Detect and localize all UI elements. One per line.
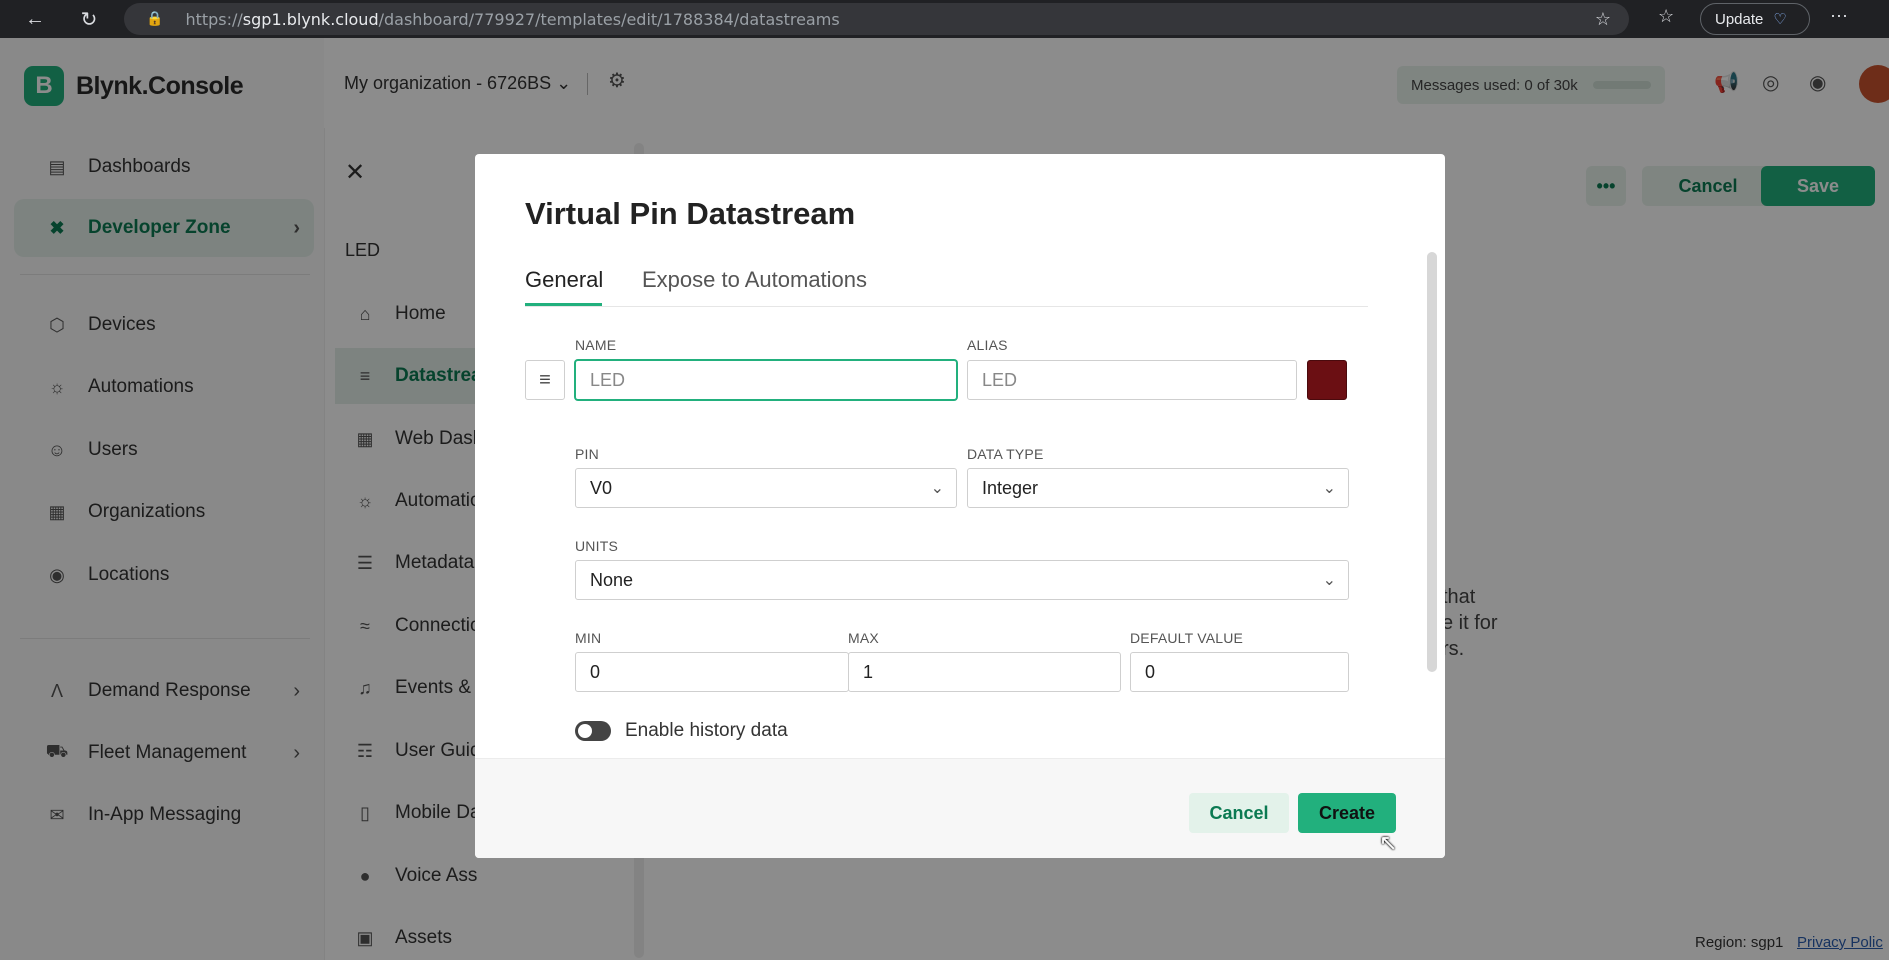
url-prefix: https:// [185,9,243,29]
modal-scrollbar[interactable] [1427,252,1437,672]
name-label: NAME [575,337,617,353]
max-label: MAX [848,630,879,646]
history-data-toggle[interactable] [575,721,611,741]
data-type-label: DATA TYPE [967,446,1044,462]
lock-icon: 🔒 [146,11,164,27]
tab-expose-to-automations[interactable]: Expose to Automations [642,267,867,293]
heart-icon: ♡ [1773,11,1787,28]
mouse-cursor-icon: ↖ [1379,830,1398,855]
reload-icon[interactable]: ↻ [76,6,102,32]
name-field[interactable]: LED [575,360,957,400]
units-select[interactable]: None ⌄ [575,560,1349,600]
more-menu-icon[interactable]: ⋯ [1830,6,1848,27]
tab-general[interactable]: General [525,267,603,293]
min-field[interactable]: 0 [575,652,849,692]
alias-field[interactable]: LED [967,360,1297,400]
pin-label: PIN [575,446,599,462]
min-label: MIN [575,630,602,646]
pin-value: V0 [590,477,613,498]
url-path: /dashboard/779927/templates/edit/1788384… [378,9,840,29]
datastream-modal: Virtual Pin Datastream General Expose to… [475,154,1445,858]
default-value-label: DEFAULT VALUE [1130,630,1244,646]
alias-label: ALIAS [967,337,1008,353]
modal-title: Virtual Pin Datastream [525,196,856,231]
color-picker[interactable] [1307,360,1347,400]
cancel-button[interactable]: Cancel [1189,793,1289,833]
data-type-select[interactable]: Integer ⌄ [967,468,1349,508]
update-label: Update [1715,10,1764,28]
history-data-label: Enable history data [625,720,788,741]
active-tab-indicator [525,303,602,306]
modal-tabs: General Expose to Automations [525,255,1368,307]
create-button[interactable]: Create [1298,793,1396,833]
sliders-icon: ≡ [539,368,551,391]
units-value: None [590,569,634,590]
pin-select[interactable]: V0 ⌄ [575,468,957,508]
browser-toolbar: ← ↻ 🔒 https://sgp1.blynk.cloud/dashboard… [0,0,1889,38]
chevron-down-icon: ⌄ [1322,480,1336,497]
datastream-icon-picker[interactable]: ≡ [525,360,565,400]
units-label: UNITS [575,538,618,554]
max-field[interactable]: 1 [848,652,1121,692]
chevron-down-icon: ⌄ [1322,572,1336,589]
url-host: sgp1.blynk.cloud [242,9,379,29]
chevron-down-icon: ⌄ [930,480,944,497]
back-arrow-icon[interactable]: ← [22,6,48,32]
favorites-icon[interactable]: ☆ [1658,6,1674,27]
address-bar[interactable]: 🔒 https://sgp1.blynk.cloud/dashboard/779… [124,3,1629,35]
update-button[interactable]: Update ♡ [1700,3,1810,35]
modal-footer: Cancel Create [475,758,1445,858]
default-value-field[interactable]: 0 [1130,652,1349,692]
data-type-value: Integer [982,477,1039,498]
star-icon[interactable]: ☆ [1595,9,1611,30]
